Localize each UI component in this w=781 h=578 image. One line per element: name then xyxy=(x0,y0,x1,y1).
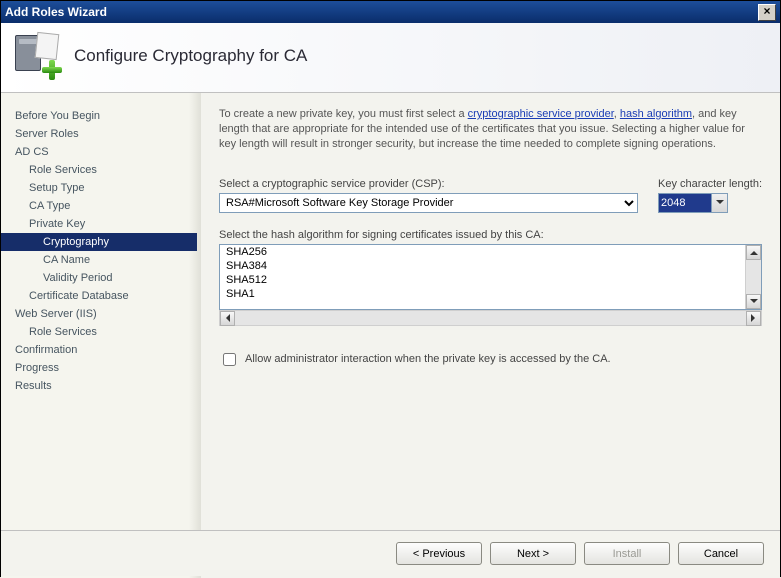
key-length-dropdown-button[interactable] xyxy=(712,193,728,213)
wizard-steps-sidebar: Before You BeginServer RolesAD CSRole Se… xyxy=(1,93,201,578)
sidebar-item[interactable]: Role Services xyxy=(1,161,197,179)
install-button[interactable]: Install xyxy=(584,542,670,565)
admin-interaction-label: Allow administrator interaction when the… xyxy=(245,353,611,365)
sidebar-item[interactable]: Cryptography xyxy=(1,233,197,251)
scroll-left-button[interactable] xyxy=(220,311,235,326)
sidebar-item[interactable]: Confirmation xyxy=(1,341,197,359)
scroll-down-button[interactable] xyxy=(746,294,761,309)
wizard-icon xyxy=(15,33,60,78)
scrollbar-vertical[interactable] xyxy=(745,245,761,309)
scrollbar-horizontal[interactable] xyxy=(219,310,762,326)
sidebar-item[interactable]: Validity Period xyxy=(1,269,197,287)
sidebar-item[interactable]: Server Roles xyxy=(1,125,197,143)
sidebar-item[interactable]: Role Services xyxy=(1,323,197,341)
key-length-input[interactable] xyxy=(658,193,712,213)
hash-option[interactable]: SHA512 xyxy=(220,273,761,287)
csp-label: Select a cryptographic service provider … xyxy=(219,178,638,190)
admin-interaction-checkbox[interactable] xyxy=(223,353,236,366)
sidebar-item[interactable]: Before You Begin xyxy=(1,107,197,125)
previous-button[interactable]: < Previous xyxy=(396,542,482,565)
close-button[interactable]: × xyxy=(758,4,776,21)
scroll-right-button[interactable] xyxy=(746,311,761,326)
sidebar-item[interactable]: Progress xyxy=(1,359,197,377)
header: Configure Cryptography for CA xyxy=(1,23,780,93)
sidebar-item[interactable]: Setup Type xyxy=(1,179,197,197)
hash-option[interactable]: SHA256 xyxy=(220,245,761,259)
wizard-footer: < Previous Next > Install Cancel xyxy=(1,530,780,576)
sidebar-item[interactable]: Private Key xyxy=(1,215,197,233)
next-button[interactable]: Next > xyxy=(490,542,576,565)
intro-text: To create a new private key, you must fi… xyxy=(219,107,762,152)
window-title: Add Roles Wizard xyxy=(5,5,758,19)
hash-label: Select the hash algorithm for signing ce… xyxy=(219,229,762,241)
sidebar-item[interactable]: Web Server (IIS) xyxy=(1,305,197,323)
sidebar-item[interactable]: CA Type xyxy=(1,197,197,215)
hash-algorithm-listbox[interactable]: SHA256SHA384SHA512SHA1 xyxy=(219,244,762,310)
key-length-label: Key character length: xyxy=(658,178,762,190)
cancel-button[interactable]: Cancel xyxy=(678,542,764,565)
page-title: Configure Cryptography for CA xyxy=(74,46,307,66)
csp-select[interactable]: RSA#Microsoft Software Key Storage Provi… xyxy=(219,193,638,213)
sidebar-item[interactable]: Results xyxy=(1,377,197,395)
scroll-up-button[interactable] xyxy=(746,245,761,260)
sidebar-item[interactable]: CA Name xyxy=(1,251,197,269)
titlebar: Add Roles Wizard × xyxy=(1,1,780,23)
link-hash-algorithm[interactable]: hash algorithm xyxy=(620,108,692,120)
content-pane: To create a new private key, you must fi… xyxy=(201,93,780,578)
sidebar-item[interactable]: AD CS xyxy=(1,143,197,161)
hash-option[interactable]: SHA384 xyxy=(220,259,761,273)
link-csp[interactable]: cryptographic service provider xyxy=(468,108,614,120)
sidebar-item[interactable]: Certificate Database xyxy=(1,287,197,305)
hash-option[interactable]: SHA1 xyxy=(220,287,761,301)
